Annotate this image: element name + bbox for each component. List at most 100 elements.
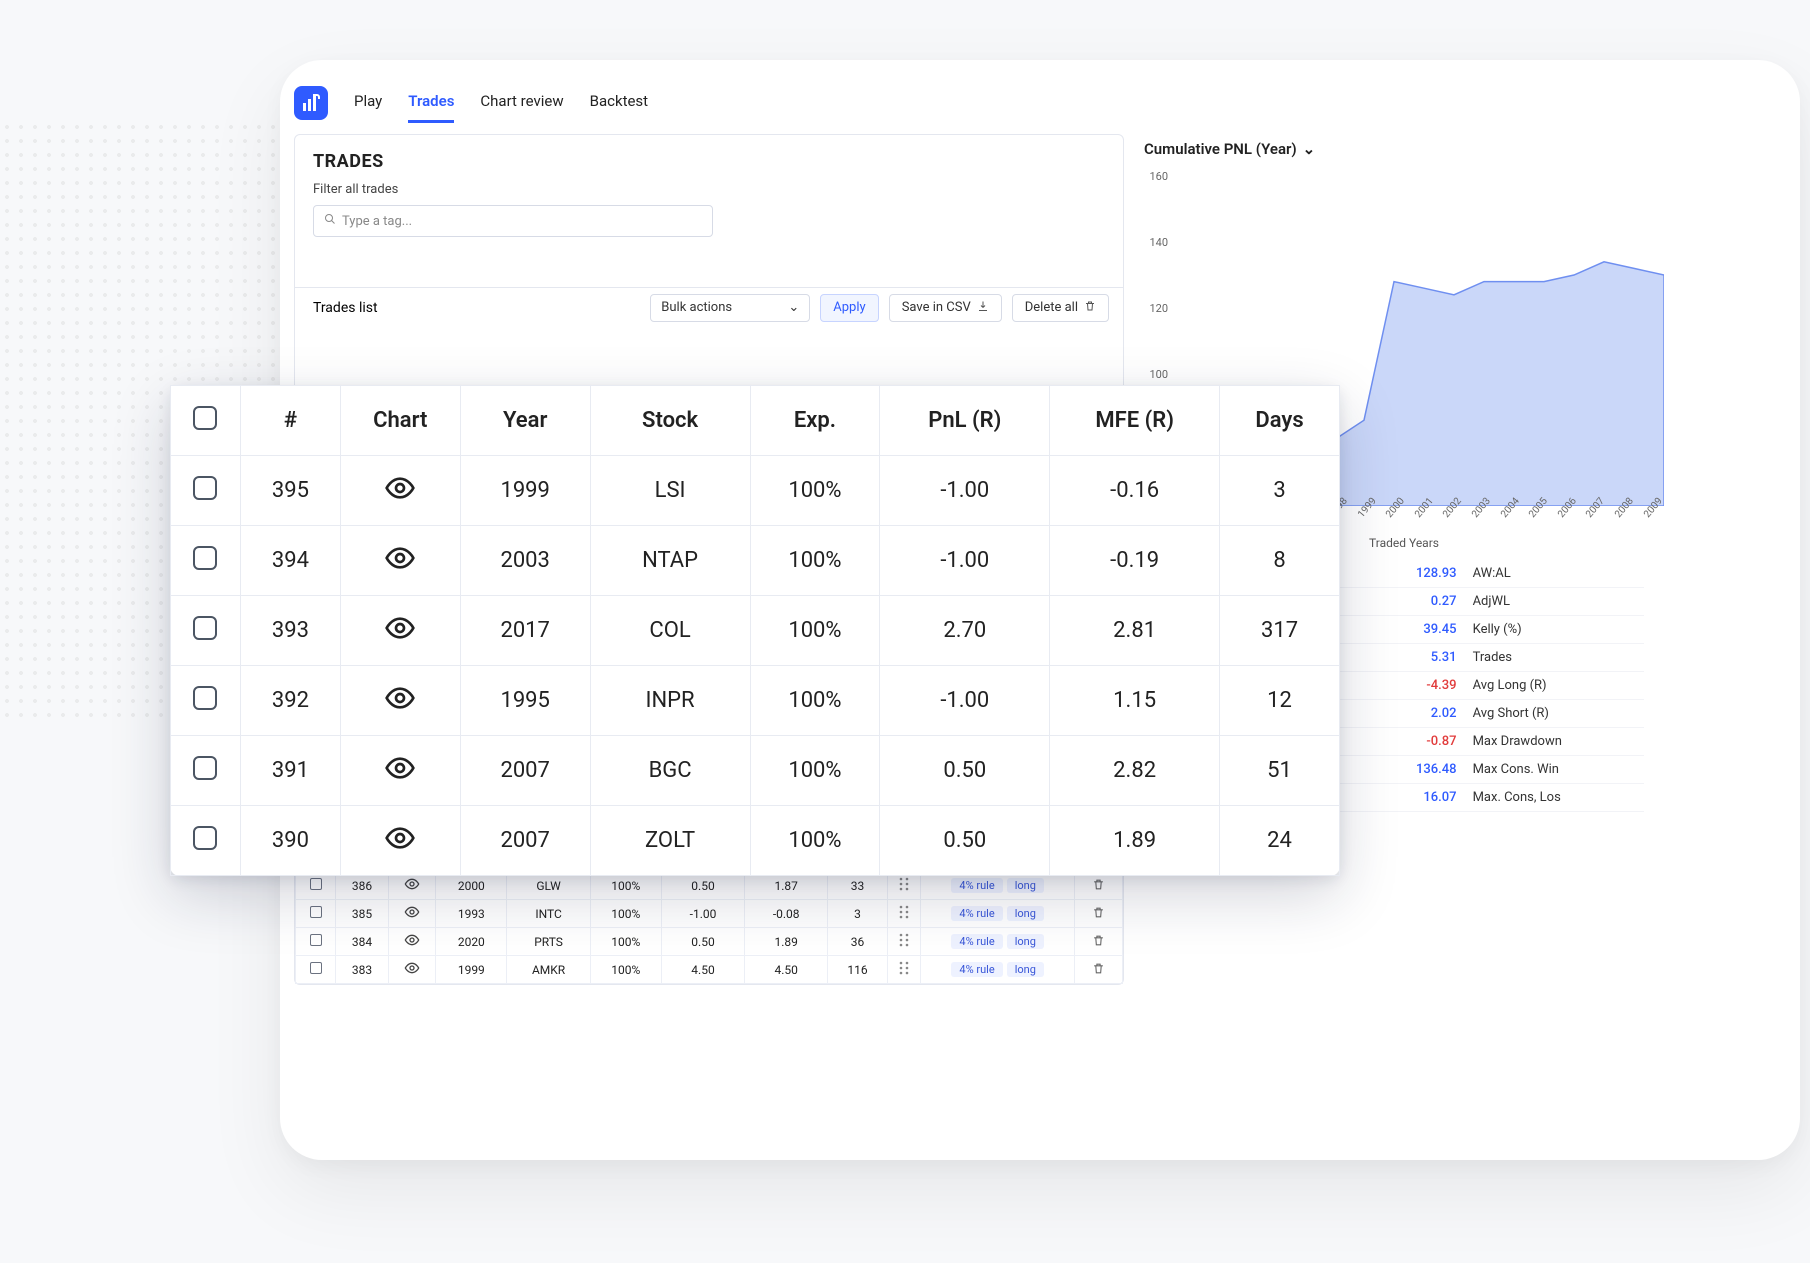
eye-icon[interactable] [384, 625, 416, 650]
cell-stock: BGC [590, 736, 750, 806]
col-exp[interactable]: Exp. [750, 386, 880, 456]
col-days[interactable]: Days [1220, 386, 1340, 456]
cell-year: 1999 [436, 956, 507, 984]
tag-filter-input[interactable]: Type a tag... [313, 205, 713, 237]
cell-mfe: 1.15 [1050, 666, 1220, 736]
tag-pill[interactable]: 4% rule [951, 906, 1002, 921]
col-year[interactable]: Year [460, 386, 590, 456]
eye-icon[interactable] [384, 555, 416, 580]
table-row[interactable]: 3932017COL100%2.702.81317 [171, 596, 1340, 666]
trash-icon[interactable] [1092, 934, 1105, 950]
delete-all-button[interactable]: Delete all [1012, 294, 1109, 322]
drag-handle-icon[interactable] [899, 933, 909, 950]
cell-pnl: -1.00 [880, 456, 1050, 526]
eye-icon[interactable] [404, 932, 420, 951]
cell-stock: PRTS [507, 928, 590, 956]
cell-pnl: 4.50 [661, 956, 744, 984]
eye-icon[interactable] [404, 960, 420, 979]
tag-pill[interactable]: long [1007, 934, 1044, 949]
col-number[interactable]: # [240, 386, 340, 456]
row-checkbox[interactable] [310, 962, 322, 974]
chart-ytick: 160 [1140, 170, 1168, 183]
table-row[interactable]: 3851993INTC100%-1.00-0.0834% rulelong [296, 900, 1123, 928]
tag-pill[interactable]: 4% rule [951, 962, 1002, 977]
stat-value: 5.31 [1375, 644, 1465, 672]
col-stock[interactable]: Stock [590, 386, 750, 456]
chevron-down-icon: ⌄ [1303, 140, 1316, 158]
cell-days: 36 [828, 928, 887, 956]
cell-exp: 100% [750, 456, 880, 526]
row-checkbox[interactable] [310, 906, 322, 918]
cell-year: 1993 [436, 900, 507, 928]
table-row[interactable]: 3831999AMKR100%4.504.501164% rulelong [296, 956, 1123, 984]
row-checkbox[interactable] [193, 756, 217, 780]
tag-pill[interactable]: 4% rule [951, 934, 1002, 949]
row-checkbox[interactable] [310, 878, 322, 890]
chart-title-select[interactable]: Cumulative PNL (Year) ⌄ [1144, 134, 1784, 164]
chart-ytick: 140 [1140, 236, 1168, 249]
table-row[interactable]: 3921995INPR100%-1.001.1512 [171, 666, 1340, 736]
col-mfe[interactable]: MFE (R) [1050, 386, 1220, 456]
cell-days: 116 [828, 956, 887, 984]
cell-pnl: -1.00 [661, 900, 744, 928]
trash-icon[interactable] [1092, 962, 1105, 978]
search-icon [324, 213, 336, 229]
col-chart[interactable]: Chart [340, 386, 460, 456]
row-checkbox[interactable] [310, 934, 322, 946]
cell-exp: 100% [750, 526, 880, 596]
row-checkbox[interactable] [193, 616, 217, 640]
nav-chart-review[interactable]: Chart review [480, 84, 563, 123]
trades-overlay-table: # Chart Year Stock Exp. PnL (R) MFE (R) … [170, 385, 1340, 876]
tag-pill[interactable]: long [1007, 878, 1044, 893]
drag-handle-icon[interactable] [899, 905, 909, 922]
download-icon [977, 300, 989, 316]
cell-stock: ZOLT [590, 806, 750, 876]
stat-value: 128.93 [1375, 560, 1465, 588]
nav-backtest[interactable]: Backtest [590, 84, 648, 123]
stat-label: Avg Long (R) [1465, 672, 1644, 700]
trash-icon[interactable] [1092, 878, 1105, 894]
row-checkbox[interactable] [193, 476, 217, 500]
apply-button[interactable]: Apply [820, 294, 878, 322]
cell-stock: INTC [507, 900, 590, 928]
table-row[interactable]: 3951999LSI100%-1.00-0.163 [171, 456, 1340, 526]
trash-icon [1084, 300, 1096, 316]
row-checkbox[interactable] [193, 546, 217, 570]
col-pnl[interactable]: PnL (R) [880, 386, 1050, 456]
row-checkbox[interactable] [193, 826, 217, 850]
chart-xlabel: Traded Years [1369, 536, 1439, 550]
app-logo[interactable] [294, 86, 328, 120]
eye-icon[interactable] [384, 695, 416, 720]
trades-panel-title: TRADES [313, 151, 1105, 172]
save-csv-button[interactable]: Save in CSV [889, 294, 1002, 322]
table-row[interactable]: 3912007BGC100%0.502.8251 [171, 736, 1340, 806]
table-row[interactable]: 3942003NTAP100%-1.00-0.198 [171, 526, 1340, 596]
stat-value: 2.02 [1375, 700, 1465, 728]
eye-icon[interactable] [384, 765, 416, 790]
table-row[interactable]: 3902007ZOLT100%0.501.8924 [171, 806, 1340, 876]
tag-pill[interactable]: long [1007, 906, 1044, 921]
row-checkbox[interactable] [193, 686, 217, 710]
cell-pnl: 2.70 [880, 596, 1050, 666]
eye-icon[interactable] [404, 876, 420, 895]
stat-value: 136.48 [1375, 756, 1465, 784]
tag-pill[interactable]: long [1007, 962, 1044, 977]
eye-icon[interactable] [404, 904, 420, 923]
select-all-checkbox[interactable] [193, 406, 217, 430]
drag-handle-icon[interactable] [899, 877, 909, 894]
drag-handle-icon[interactable] [899, 961, 909, 978]
trash-icon[interactable] [1092, 906, 1105, 922]
chart-ytick: 120 [1140, 302, 1168, 315]
cell-mfe: -0.08 [745, 900, 828, 928]
eye-icon[interactable] [384, 485, 416, 510]
cell-mfe: 1.89 [1050, 806, 1220, 876]
tag-pill[interactable]: 4% rule [951, 878, 1002, 893]
cell-exp: 100% [750, 596, 880, 666]
cell-mfe: 2.81 [1050, 596, 1220, 666]
nav-trades[interactable]: Trades [408, 84, 454, 123]
table-row[interactable]: 3842020PRTS100%0.501.89364% rulelong [296, 928, 1123, 956]
nav-play[interactable]: Play [354, 84, 382, 123]
top-nav: Play Trades Chart review Backtest [280, 82, 1800, 124]
bulk-actions-select[interactable]: Bulk actions ⌄ [650, 294, 810, 322]
eye-icon[interactable] [384, 835, 416, 860]
